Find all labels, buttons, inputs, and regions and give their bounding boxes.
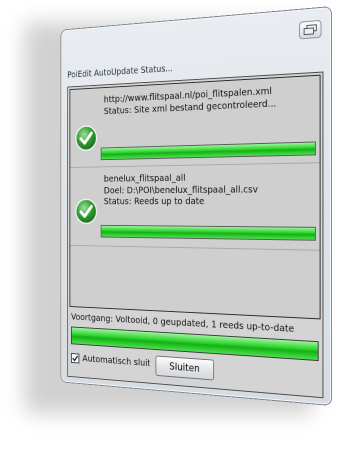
list-item: benelux_flitspaal_all Doel: D:\POI\benel… — [70, 163, 319, 251]
item-progress-fill — [102, 142, 315, 159]
empty-list-row — [70, 246, 319, 319]
item-text: http://www.flitspaal.nl/poi_flitspalen.x… — [104, 84, 316, 118]
restore-icon — [304, 24, 317, 35]
green-check-icon — [75, 198, 98, 225]
restore-window-button[interactable] — [299, 20, 322, 40]
scene: PoiEdit AutoUpdate Status... http://www.… — [61, 6, 332, 406]
item-progress-bar — [101, 225, 316, 241]
list-item: http://www.flitspaal.nl/poi_flitspalen.x… — [70, 76, 319, 168]
item-text: benelux_flitspaal_all Doel: D:\POI\benel… — [104, 171, 316, 208]
auto-close-checkbox[interactable] — [71, 353, 79, 363]
item-status: Status: Reeds up to date — [104, 196, 316, 208]
green-check-icon — [75, 124, 98, 152]
auto-close-label: Automatisch sluiten — [82, 354, 149, 369]
checkbox-check-icon — [72, 354, 79, 362]
content-panel: http://www.flitspaal.nl/poi_flitspalen.x… — [67, 72, 323, 399]
update-list[interactable]: http://www.flitspaal.nl/poi_flitspalen.x… — [70, 75, 321, 320]
close-button[interactable]: Sluiten — [155, 356, 214, 381]
auto-close-option[interactable]: Automatisch sluiten — [71, 353, 150, 369]
item-progress-fill — [102, 226, 315, 240]
item-target: Doel: D:\POI\benelux_flitspaal_all.csv — [104, 184, 316, 197]
item-progress-bar — [101, 141, 316, 160]
status-window: PoiEdit AutoUpdate Status... http://www.… — [61, 6, 332, 406]
